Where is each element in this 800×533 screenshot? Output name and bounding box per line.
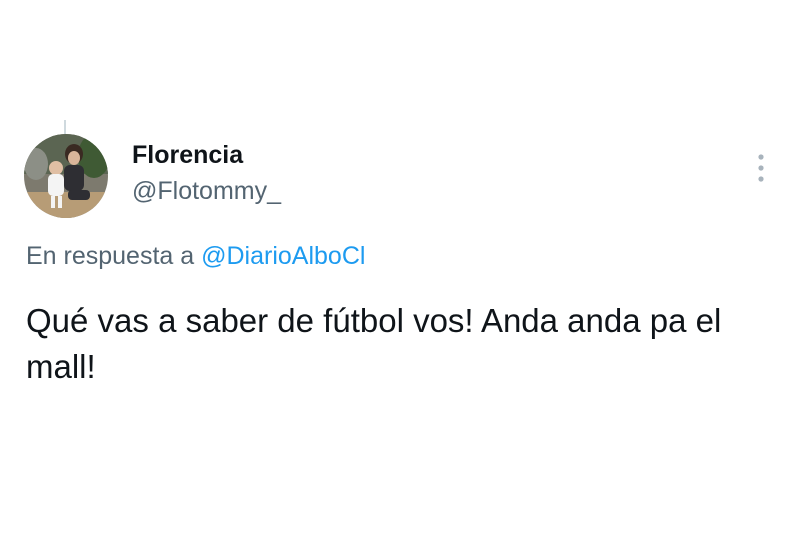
reply-mention-link[interactable]: @DiarioAlboCl [201, 242, 365, 270]
author-display-name[interactable]: Florencia [132, 141, 243, 170]
avatar[interactable] [24, 134, 108, 218]
author-handle[interactable]: @Flotommy_ [132, 177, 281, 206]
thread-connector-line [64, 120, 66, 134]
reply-context: En respuesta a @DiarioAlboCl [26, 242, 365, 271]
more-options-button[interactable] [748, 150, 774, 186]
more-vertical-icon [758, 154, 764, 182]
avatar-photo [24, 134, 108, 218]
reply-context-prefix: En respuesta a [26, 242, 195, 270]
tweet-text: Qué vas a saber de fútbol vos! Anda anda… [26, 302, 722, 385]
